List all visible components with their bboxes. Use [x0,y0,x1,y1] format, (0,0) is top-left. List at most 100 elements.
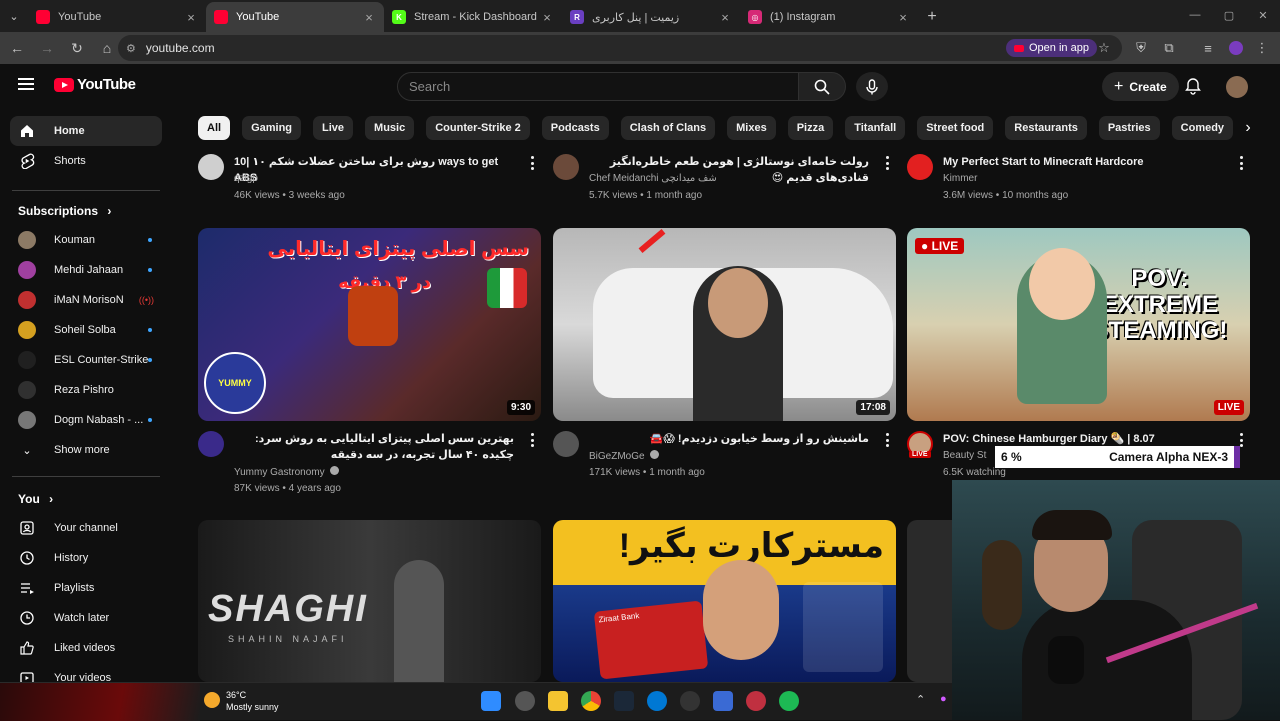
filter-chip[interactable]: Pizza [787,116,834,140]
shield-extension-icon[interactable]: ⛨ [1131,38,1151,58]
start-windows-icon[interactable] [481,691,501,711]
channel-avatar[interactable] [198,154,224,180]
channel-avatar[interactable] [198,431,224,457]
more-options-icon[interactable] [882,156,892,170]
video-thumbnail[interactable]: ● LIVE POV: EXTREME STEAMING! LIVE [907,228,1250,421]
file-explorer-icon[interactable] [548,691,568,711]
voice-search-button[interactable] [856,72,888,101]
tab-close-icon[interactable]: × [896,10,910,25]
video-card[interactable]: مسترکارت بگیر! Ziraat Bank [553,520,896,682]
app-icon[interactable] [680,691,700,711]
channel-name[interactable]: Beauty St [943,450,986,461]
tab-search-button[interactable]: ⌄ [0,0,28,32]
profile-icon[interactable] [1226,38,1246,58]
tab-close-icon[interactable]: × [718,10,732,25]
video-title[interactable]: ماشینش رو از وسط خیابون دزدیدم! 😱🚘 [589,431,869,447]
more-options-icon[interactable] [1236,156,1246,170]
home-button[interactable]: ⌂ [94,35,120,61]
filter-chip[interactable]: Music [365,116,415,140]
video-title[interactable]: روش برای ساختن عضلات شکم ۱۰ |10 ways to … [234,154,514,186]
more-options-icon[interactable] [882,433,892,447]
sidebar-item-playlists[interactable]: Playlists [10,573,162,603]
tab-close-icon[interactable]: × [184,10,198,25]
back-button[interactable]: ← [4,35,30,61]
video-info[interactable]: رولت خامه‌ای نوستالژی | هومن طعم خاطره‌ا… [553,154,896,214]
close-window-button[interactable]: ✕ [1246,0,1280,30]
filter-chip[interactable]: Podcasts [541,116,609,140]
filter-chip[interactable]: Street food [917,116,994,140]
browser-tab[interactable]: R زیمیت | پنل کاربری × [562,2,740,32]
channel-name[interactable]: qzlgp [234,173,258,184]
channel-avatar[interactable] [907,154,933,180]
youtube-logo[interactable]: YouTube [54,76,136,93]
filter-chip[interactable]: Clash of Clans [620,116,716,140]
app-icon[interactable] [647,691,667,711]
subscription-item[interactable]: Mehdi Jahaan [10,255,162,285]
notifications-bell-icon[interactable] [1184,77,1202,100]
video-thumbnail[interactable]: SHAGHI SHAHIN NAJAFI [198,520,541,682]
url-bar[interactable]: ⚙ youtube.com [118,35,1122,61]
show-more-button[interactable]: ⌄ Show more [10,435,162,465]
sidebar-item-shorts[interactable]: Shorts [10,146,162,176]
filter-chip[interactable]: Gaming [242,116,302,140]
minimize-button[interactable]: — [1178,0,1212,30]
video-thumbnail-partial[interactable] [907,520,952,682]
subscription-item[interactable]: Kouman [10,225,162,255]
you-heading[interactable]: You › [18,492,53,506]
browser-tab[interactable]: YouTube × [206,2,384,32]
browser-tab[interactable]: YouTube × [28,2,206,32]
sidebar-item-history[interactable]: History [10,543,162,573]
new-tab-button[interactable]: + [918,2,946,32]
filter-chip[interactable]: Comedy [1171,116,1234,140]
filter-chip[interactable]: Restaurants [1005,116,1087,140]
browser-tab[interactable]: ◎ (1) Instagram × [740,2,918,32]
hamburger-menu-icon[interactable] [18,78,34,90]
more-options-icon[interactable] [527,433,537,447]
filter-chip[interactable]: Titanfall [845,116,906,140]
video-title[interactable]: بهترین سس اصلی پیتزای ایتالیایی به روش س… [234,431,514,463]
forward-button[interactable]: → [34,35,60,61]
chips-next-button[interactable]: › [1238,116,1258,140]
tray-mic-icon[interactable]: ● [940,693,947,705]
video-card[interactable]: SHAGHI SHAHIN NAJAFI [198,520,541,682]
video-title[interactable]: My Perfect Start to Minecraft Hardcore [943,154,1223,170]
channel-avatar[interactable] [553,154,579,180]
app-icon[interactable] [713,691,733,711]
subscription-item[interactable]: Reza Pishro [10,375,162,405]
filter-chip[interactable]: Counter-Strike 2 [426,116,530,140]
channel-name[interactable]: BiGeZMoGe [589,450,660,462]
spotify-icon[interactable] [779,691,799,711]
extensions-puzzle-icon[interactable]: ⧉ [1159,38,1179,58]
channel-name[interactable]: Kimmer [943,173,977,184]
filter-chip[interactable]: All [198,116,231,140]
open-in-app-button[interactable]: Open in app [1006,39,1097,57]
video-title[interactable]: POV: Chinese Hamburger Diary 🌯 | 8.07 [943,431,1223,447]
account-avatar[interactable] [1226,76,1248,98]
video-card[interactable]: سس اصلی پیتزای ایتالیایی در ۳ دقیقه YUMM… [198,228,541,498]
tab-close-icon[interactable]: × [540,10,554,25]
sidebar-item-home[interactable]: Home [10,116,162,146]
video-thumbnail[interactable]: سس اصلی پیتزای ایتالیایی در ۳ دقیقه YUMM… [198,228,541,421]
sidebar-item-channel[interactable]: Your channel [10,513,162,543]
filter-chip[interactable]: Mixes [727,116,776,140]
page-scrollbar[interactable] [1272,64,1280,482]
subscriptions-heading[interactable]: Subscriptions › [18,204,111,218]
video-card[interactable]: 17:08 ماشینش رو از وسط خیابون دزدیدم! 😱🚘… [553,228,896,498]
create-button[interactable]: + Create [1102,72,1179,101]
search-button[interactable] [798,72,846,101]
video-info[interactable]: My Perfect Start to Minecraft Hardcore Ki… [907,154,1250,214]
search-input[interactable]: Search [397,72,799,101]
settings-gear-icon[interactable] [515,691,535,711]
chrome-icon[interactable] [581,691,601,711]
tray-chevron-up-icon[interactable]: ⌃ [916,693,925,706]
tab-close-icon[interactable]: × [362,10,376,25]
channel-avatar[interactable] [553,431,579,457]
video-thumbnail[interactable]: مسترکارت بگیر! Ziraat Bank [553,520,896,682]
video-thumbnail[interactable]: 17:08 [553,228,896,421]
sidebar-item-watch-later[interactable]: Watch later [10,603,162,633]
reload-button[interactable]: ↻ [64,35,90,61]
subscription-item[interactable]: Dogm Nabash - ... [10,405,162,435]
media-controls-icon[interactable]: ≡ [1198,38,1218,58]
more-options-icon[interactable] [527,156,537,170]
filter-chip[interactable]: Live [313,116,354,140]
